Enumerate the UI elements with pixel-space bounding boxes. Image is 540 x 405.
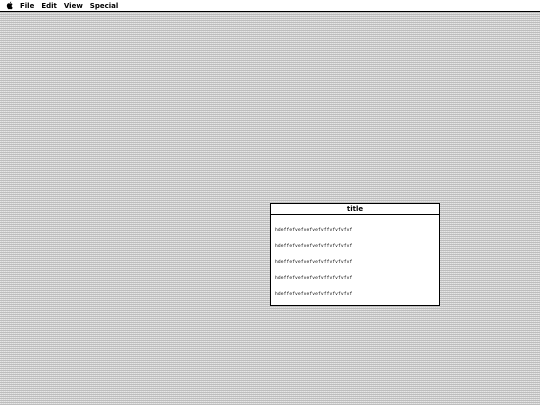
text-line: hdeffefvefvefvefvffvfvfvfvf — [275, 260, 353, 265]
menu-edit[interactable]: Edit — [41, 0, 57, 12]
text-line: hdeffefvefvefvefvffvfvfvfvf — [275, 292, 353, 297]
apple-icon[interactable] — [6, 1, 14, 10]
menu-view[interactable]: View — [64, 0, 83, 12]
text-line: hdeffefvefvefvefvffvfvfvfvf — [275, 276, 353, 281]
window-content: hdeffefvefvefvefvffvfvfvfvf hdeffefvefve… — [271, 215, 439, 297]
text-line: hdeffefvefvefvefvffvfvfvfvf — [275, 244, 353, 249]
window-title-bar[interactable]: title — [271, 204, 439, 215]
menu-bar: File Edit View Special — [0, 0, 540, 12]
menu-special[interactable]: Special — [90, 0, 118, 12]
text-window[interactable]: title hdeffefvefvefvefvffvfvfvfvf hdeffe… — [270, 203, 440, 306]
text-line: hdeffefvefvefvefvffvfvfvfvf — [275, 228, 353, 233]
menu-file[interactable]: File — [20, 0, 34, 12]
window-title: title — [346, 205, 364, 213]
